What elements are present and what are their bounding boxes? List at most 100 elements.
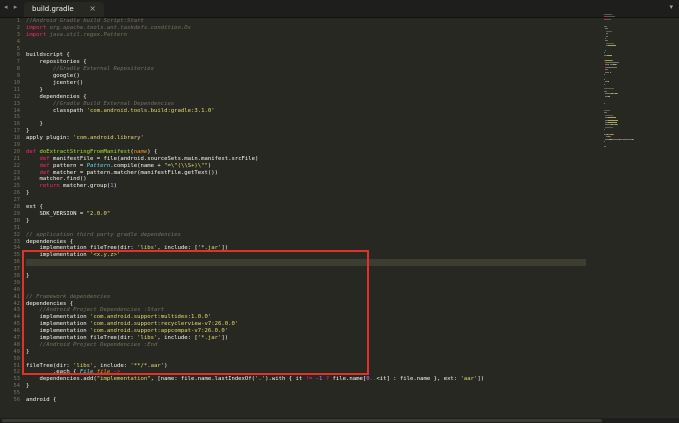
code-line[interactable]: dependencies { (26, 94, 586, 101)
code-token: "=\"(\\S+)\"" (164, 162, 208, 169)
code-token: //Gradle External Repositories (26, 66, 154, 73)
code-line[interactable] (26, 142, 586, 149)
code-line[interactable] (26, 197, 586, 204)
code-line[interactable]: import java.util.regex.Pattern (26, 32, 586, 39)
minimap-segment (616, 124, 618, 126)
minimap-segment (605, 35, 608, 37)
code-line[interactable]: import org.apache.tools.ant.taskdefs.con… (26, 25, 586, 32)
code-line[interactable]: classpath 'com.android.tools.build:gradl… (26, 108, 586, 115)
minimap-segment (613, 134, 614, 135)
tab-nav-arrows[interactable]: ◂ ▸ (4, 3, 19, 11)
code-token: Pattern (86, 162, 111, 169)
line-number: 6 (16, 52, 20, 59)
minimap-segment (609, 71, 611, 73)
code-token: "2.0.0" (86, 210, 111, 217)
horizontal-scrollbar[interactable] (0, 418, 679, 423)
minimap-segment (604, 40, 608, 42)
line-number: 21 (13, 155, 21, 162)
code-line[interactable]: jcenter() (26, 80, 586, 87)
code-token: matcher = pattern.matcher(manifestFile.g… (52, 169, 218, 176)
minimap-segment (604, 28, 608, 30)
line-number: 55 (13, 390, 21, 397)
line-number: 46 (13, 328, 21, 335)
minimap-segment (605, 18, 611, 20)
code-token: matcher.group( (63, 183, 111, 190)
line-number: 23 (13, 169, 21, 176)
minimap[interactable] (604, 14, 679, 194)
code-line[interactable]: buildscript { (26, 52, 586, 59)
line-number: 20 (13, 148, 21, 155)
code-line[interactable]: } (26, 190, 586, 197)
code-line[interactable]: android { (26, 397, 586, 404)
code-token: } (26, 217, 30, 224)
code-line[interactable]: } (26, 87, 586, 94)
code-line[interactable]: return matcher.group(1) (26, 183, 586, 190)
close-icon[interactable]: × (89, 4, 96, 13)
code-line[interactable] (26, 46, 586, 53)
code-line[interactable]: //Android Gradle build Script:Start (26, 18, 586, 25)
minimap-segment (612, 138, 619, 140)
code-token: ) { (147, 148, 158, 155)
code-line[interactable] (26, 39, 586, 46)
code-line[interactable]: dependencies.add("implementation", [name… (26, 376, 586, 383)
minimap-segment (615, 64, 617, 66)
code-line[interactable] (26, 390, 586, 397)
code-line[interactable] (26, 114, 586, 121)
code-token: } (26, 383, 30, 390)
code-token: } (26, 128, 30, 135)
minimap-segment (604, 90, 608, 92)
code-line[interactable]: repositories { (26, 59, 586, 66)
code-line[interactable]: //Gradle External Repositories (26, 66, 586, 73)
code-token: import (26, 31, 50, 38)
code-token: 'aar' (460, 376, 478, 383)
code-token: dependencies { (26, 238, 74, 245)
code-line[interactable]: google() (26, 73, 586, 80)
code-token: name (133, 148, 148, 155)
line-number: 32 (13, 231, 21, 238)
code-line[interactable]: dependencies { (26, 239, 586, 246)
tab-build-gradle[interactable]: build.gradle × (24, 2, 104, 17)
minimap-segment (604, 26, 607, 27)
line-number: 42 (13, 300, 21, 307)
minimap-segment (611, 59, 613, 61)
code-token: return (39, 183, 64, 190)
code-line[interactable]: apply plugin: 'com.android.library' (26, 135, 586, 142)
code-token: repositories { (26, 59, 87, 66)
code-token: "implementation" (96, 376, 151, 383)
scrollbar-thumb[interactable] (2, 419, 602, 422)
code-line[interactable]: matcher.find() (26, 176, 586, 183)
code-line[interactable]: def matcher = pattern.matcher(manifestFi… (26, 170, 586, 177)
code-line[interactable]: SDK_VERSION = "2.0.0" (26, 211, 586, 218)
minimap-segment (604, 83, 605, 85)
code-line[interactable]: } (26, 383, 586, 390)
code-line[interactable]: } (26, 121, 586, 128)
minimap-segment (607, 54, 612, 56)
code-line[interactable]: // application third party gradle depend… (26, 232, 586, 239)
line-number: 45 (13, 321, 21, 328)
line-number: 15 (13, 114, 21, 121)
line-number: 50 (13, 355, 21, 362)
line-number: 18 (13, 135, 21, 142)
code-token: manifestFile = file(android.sourceSets.m… (52, 155, 259, 162)
code-line[interactable] (26, 225, 586, 232)
code-line[interactable]: } (26, 218, 586, 225)
minimap-segment (616, 93, 618, 95)
code-line[interactable]: ext { (26, 204, 586, 211)
code-token: ? (322, 376, 333, 383)
chevron-down-icon[interactable]: ▾ (669, 3, 673, 11)
code-token: apply plugin: (26, 135, 74, 142)
code-line[interactable]: //Gradle Build External Dependencies (26, 101, 586, 108)
code-token: ]) (477, 376, 485, 383)
code-token: //Gradle Build External Dependencies (26, 100, 175, 107)
code-line[interactable]: def doExtractStringFromManifest(name) { (26, 149, 586, 156)
line-number: 16 (13, 121, 21, 128)
code-line[interactable]: } (26, 128, 586, 135)
line-number: 40 (13, 286, 21, 293)
code-token: def (39, 155, 53, 162)
code-line[interactable]: def pattern = Pattern.compile(name + "=\… (26, 163, 586, 170)
line-number: 41 (13, 293, 21, 300)
code-line[interactable]: def manifestFile = file(android.sourceSe… (26, 156, 586, 163)
line-number: 17 (13, 128, 21, 135)
line-number: 39 (13, 279, 21, 286)
